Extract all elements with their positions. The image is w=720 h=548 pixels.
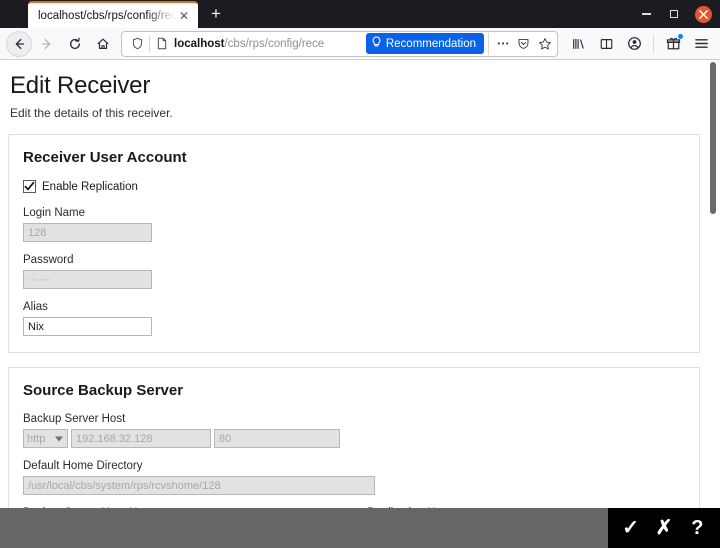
login-name-label: Login Name — [23, 207, 86, 219]
urlbar-actions — [488, 32, 555, 55]
bookmark-star-icon[interactable] — [534, 33, 555, 55]
home-icon[interactable] — [90, 31, 116, 57]
sidebar-icon[interactable] — [593, 31, 619, 57]
lightbulb-icon — [371, 36, 382, 51]
alias-field: Alias — [23, 301, 685, 336]
os-taskbar: ✓ ✗ ? — [0, 508, 720, 548]
bottom-two-column-row: Backup Server User Home C:\Program Files… — [23, 507, 685, 508]
panel-receiver-user-account: Receiver User Account Enable Replication… — [8, 134, 700, 353]
tab-strip: localhost/cbs/rps/config/rec ✕ + — [0, 0, 720, 28]
password-input[interactable] — [23, 270, 152, 289]
reload-icon[interactable] — [62, 31, 88, 57]
back-icon[interactable] — [6, 30, 32, 57]
backup-server-host-field: Backup Server Host http — [23, 413, 685, 448]
maximize-button[interactable] — [667, 7, 681, 21]
chevron-down-icon — [55, 436, 63, 441]
more-actions-icon[interactable] — [492, 33, 513, 55]
web-page-content: Edit Receiver Edit the details of this r… — [0, 60, 720, 508]
action-panel: ✓ ✗ ? — [608, 508, 720, 548]
tracking-shield-icon[interactable] — [127, 37, 147, 50]
url-text[interactable]: localhost/cbs/rps/config/rece — [170, 38, 368, 50]
url-host: localhost — [174, 37, 225, 50]
toolbar-divider — [653, 34, 654, 53]
library-icon[interactable] — [565, 31, 591, 57]
replication-home-field: Replication Home — [367, 507, 685, 508]
panel-title-source-backup-server: Source Backup Server — [23, 382, 184, 399]
url-bar[interactable]: localhost/cbs/rps/config/rece Recommenda… — [121, 30, 558, 57]
enable-replication-label: Enable Replication — [42, 180, 138, 193]
tabstrip-spacer — [0, 0, 28, 28]
vertical-scrollbar[interactable] — [706, 60, 720, 508]
url-divider — [149, 35, 150, 52]
recommendation-pill[interactable]: Recommendation — [365, 33, 484, 54]
enable-replication-row[interactable]: Enable Replication — [23, 180, 685, 193]
enable-replication-checkbox[interactable] — [23, 180, 36, 193]
navigation-toolbar: localhost/cbs/rps/config/rece Recommenda… — [0, 28, 720, 60]
replication-home-label: Replication Home — [367, 507, 685, 508]
password-label: Password — [23, 254, 74, 266]
panel-title-receiver-user-account: Receiver User Account — [23, 149, 187, 166]
page-subtitle: Edit the details of this receiver. — [10, 106, 173, 120]
forward-icon[interactable] — [34, 31, 60, 57]
backup-server-host-row: http — [23, 429, 685, 448]
login-name-input[interactable] — [23, 223, 152, 242]
browser-tab-title: localhost/cbs/rps/config/rec — [38, 9, 176, 22]
backup-server-user-home-field: Backup Server User Home C:\Program Files… — [23, 507, 367, 508]
cancel-button[interactable]: ✗ — [649, 518, 679, 538]
backup-server-host-label: Backup Server Host — [23, 413, 126, 425]
protocol-select-value: http — [27, 432, 46, 445]
gift-icon[interactable] — [660, 31, 686, 57]
recommendation-label: Recommendation — [385, 37, 476, 50]
minimize-button[interactable] — [639, 7, 653, 21]
backup-server-host-input[interactable] — [71, 429, 211, 448]
browser-toolbar-right — [565, 31, 714, 57]
alias-input[interactable] — [23, 317, 152, 336]
pocket-icon[interactable] — [513, 33, 534, 55]
default-home-directory-input[interactable] — [23, 476, 375, 495]
alias-label: Alias — [23, 301, 48, 313]
tab-close-icon[interactable]: ✕ — [176, 8, 192, 24]
confirm-button[interactable]: ✓ — [616, 518, 646, 538]
panel-source-backup-server: Source Backup Server Backup Server Host … — [8, 367, 700, 508]
browser-window: localhost/cbs/rps/config/rec ✕ + localho… — [0, 0, 720, 548]
close-button[interactable] — [695, 5, 712, 23]
menu-icon[interactable] — [688, 31, 714, 57]
browser-tab-active[interactable]: localhost/cbs/rps/config/rec ✕ — [28, 1, 198, 28]
password-field: Password — [23, 254, 685, 289]
default-home-directory-label: Default Home Directory — [23, 460, 143, 472]
default-home-directory-field: Default Home Directory — [23, 460, 685, 495]
url-path: /cbs/rps/config/rece — [224, 37, 325, 50]
window-controls — [639, 0, 720, 28]
login-name-field: Login Name — [23, 207, 685, 242]
backup-server-user-home-label: Backup Server User Home — [23, 507, 367, 508]
page-viewport: Edit Receiver Edit the details of this r… — [0, 60, 720, 508]
scrollbar-thumb[interactable] — [710, 62, 716, 214]
account-icon[interactable] — [621, 31, 647, 57]
protocol-select[interactable]: http — [23, 429, 68, 448]
backup-server-port-input[interactable] — [214, 429, 340, 448]
gift-notification-dot — [678, 33, 683, 39]
page-title: Edit Receiver — [10, 72, 151, 99]
help-button[interactable]: ? — [682, 518, 712, 538]
new-tab-button[interactable]: + — [202, 1, 230, 27]
page-info-icon[interactable] — [154, 37, 170, 50]
